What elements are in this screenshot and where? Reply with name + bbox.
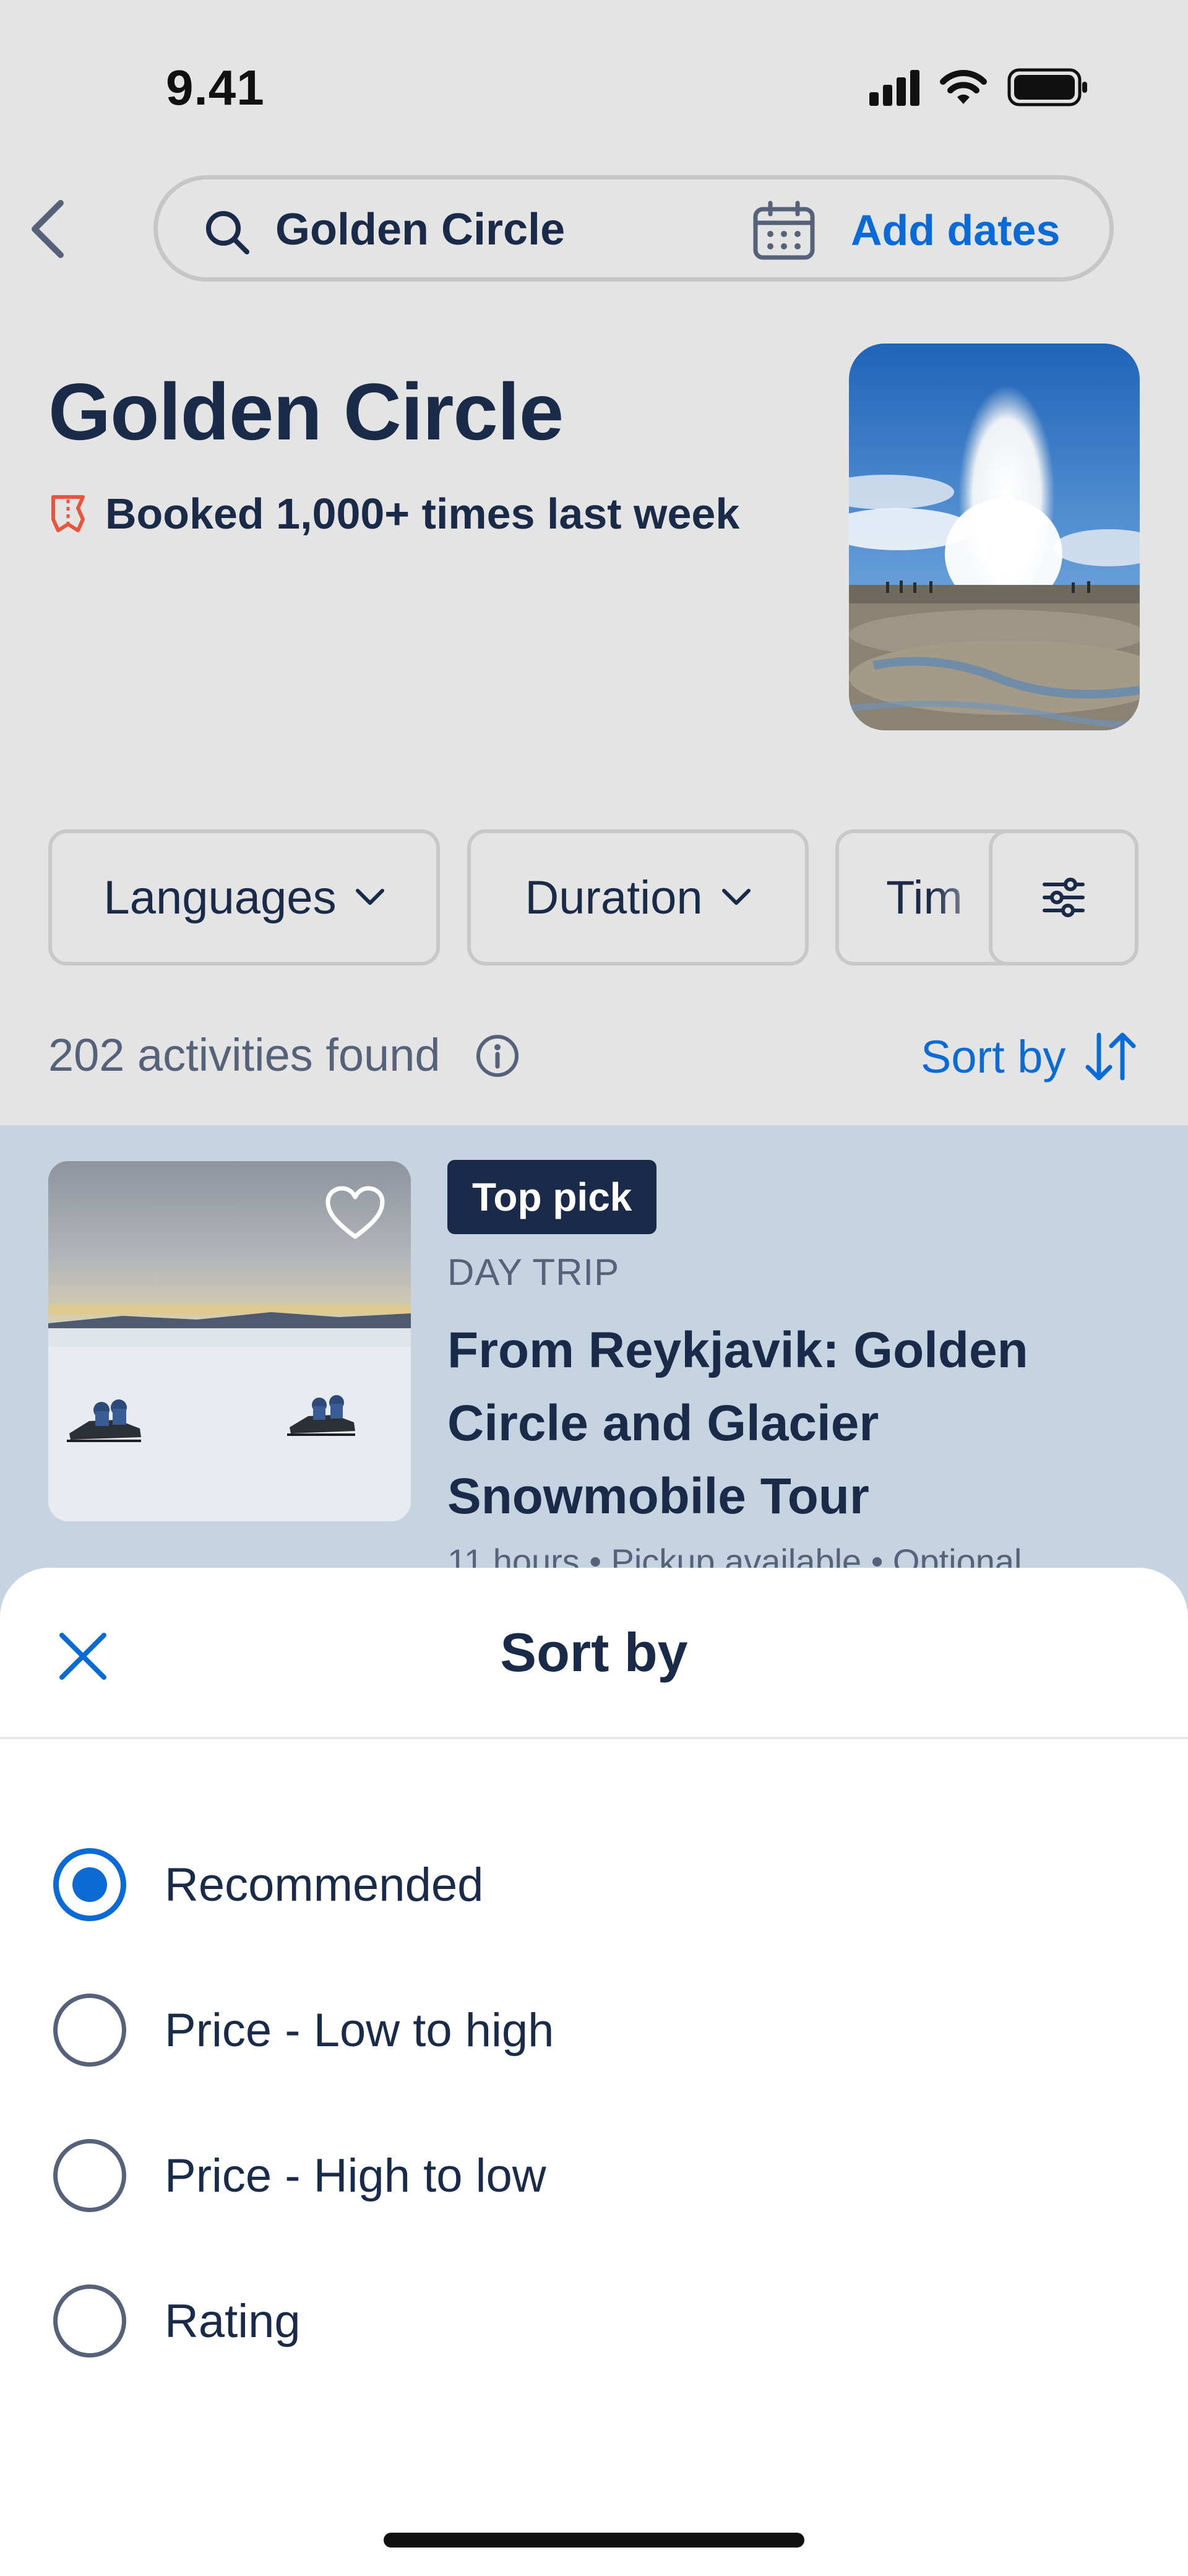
page-title: Golden Circle xyxy=(48,366,564,457)
radio-selected[interactable] xyxy=(53,1848,126,1921)
chevron-down-icon xyxy=(355,889,384,905)
top-pick-badge: Top pick xyxy=(447,1160,657,1234)
sort-option-price-low-high[interactable]: Price - Low to high xyxy=(53,1974,1142,2086)
filters-button[interactable] xyxy=(989,829,1138,966)
radio-unselected[interactable] xyxy=(53,1994,126,2067)
sheet-divider xyxy=(0,1737,1188,1739)
results-count: 202 activities found xyxy=(48,1029,441,1081)
radio-unselected[interactable] xyxy=(53,2139,126,2212)
sheet-title: Sort by xyxy=(500,1622,688,1683)
sort-option-label: Recommended xyxy=(165,1858,484,1911)
calendar-icon xyxy=(753,201,815,260)
search-query[interactable]: Golden Circle xyxy=(275,204,565,255)
sort-option-label: Rating xyxy=(165,2294,301,2348)
sort-arrows-icon xyxy=(1085,1032,1136,1081)
filter-chip-languages[interactable]: Languages xyxy=(48,829,440,966)
battery-icon xyxy=(1007,68,1087,106)
cellular-signal-icon xyxy=(869,69,919,106)
sort-by-label: Sort by xyxy=(921,1031,1066,1083)
status-icons xyxy=(869,68,1089,106)
status-bar: 9.41 xyxy=(0,0,1188,155)
sort-option-recommended[interactable]: Recommended xyxy=(53,1829,1142,1940)
search-bar[interactable]: Golden Circle Add dates xyxy=(153,175,1114,282)
activity-category: DAY TRIP xyxy=(447,1251,620,1293)
search-icon xyxy=(206,211,249,254)
booked-text: Booked 1,000+ times last week xyxy=(105,490,740,538)
sort-option-rating[interactable]: Rating xyxy=(53,2265,1142,2377)
add-dates-button[interactable]: Add dates xyxy=(851,205,1060,255)
wifi-icon xyxy=(940,70,987,104)
sort-option-label: Price - High to low xyxy=(165,2149,546,2202)
ticket-icon xyxy=(51,495,85,532)
back-chevron-icon xyxy=(32,200,64,258)
hero-geyser-image xyxy=(849,344,1140,730)
filter-chip-label: Duration xyxy=(525,871,703,924)
sort-option-price-high-low[interactable]: Price - High to low xyxy=(53,2120,1142,2231)
sort-by-button[interactable]: Sort by xyxy=(921,1029,1138,1084)
heart-icon[interactable] xyxy=(324,1185,386,1242)
status-time: 9.41 xyxy=(166,60,265,115)
sort-option-label: Price - Low to high xyxy=(165,2003,554,2057)
booked-indicator: Booked 1,000+ times last week xyxy=(50,489,739,538)
chevron-down-icon xyxy=(721,889,751,905)
activity-image xyxy=(48,1161,411,1521)
home-indicator[interactable] xyxy=(384,2533,804,2548)
radio-unselected[interactable] xyxy=(53,2284,126,2358)
back-button[interactable] xyxy=(22,195,72,263)
info-icon[interactable] xyxy=(475,1034,520,1078)
sort-by-sheet: Sort by Recommended Price - Low to high … xyxy=(0,1568,1188,2576)
app-screen: 9.41 Golden Circle Add dates Golden Circ… xyxy=(0,0,1188,2576)
filter-chip-label: Languages xyxy=(103,871,337,924)
activity-title[interactable]: From Reykjavik: Golden Circle and Glacie… xyxy=(447,1314,1140,1533)
filter-sliders-icon xyxy=(1043,878,1085,917)
filter-chip-duration[interactable]: Duration xyxy=(467,829,809,966)
